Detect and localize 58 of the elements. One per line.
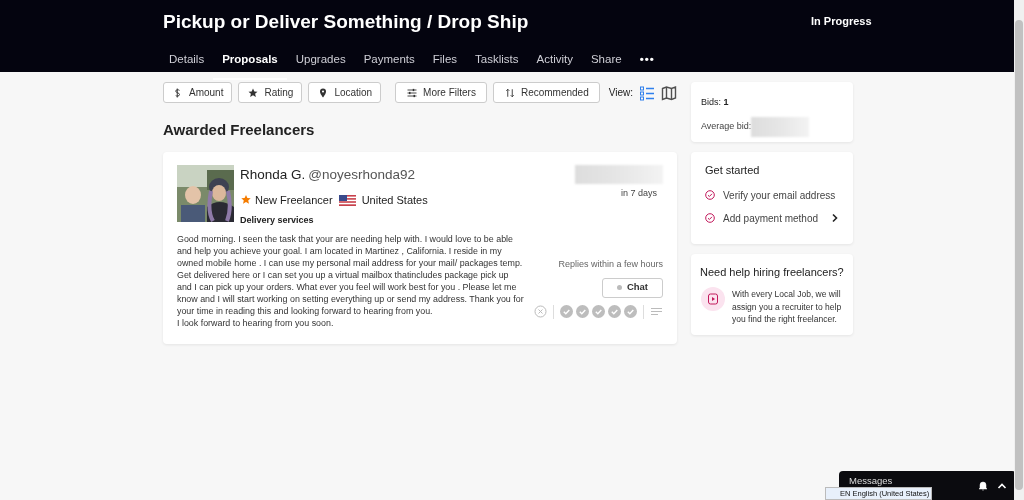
filter-button[interactable]: More Filters: [395, 82, 487, 103]
reply-time: Replies within a few hours: [558, 258, 663, 271]
nav-tab[interactable]: Share: [581, 44, 631, 81]
check-circle-icon: [560, 305, 573, 318]
filter-button[interactable]: Amount: [163, 82, 233, 103]
filter-button[interactable]: Rating: [238, 82, 303, 103]
messages-title: Messages: [849, 474, 893, 488]
list-view-icon[interactable]: [639, 84, 655, 101]
card-title: Get started: [705, 163, 761, 178]
more-tab[interactable]: •••: [630, 44, 664, 81]
close-circle-icon: [534, 305, 547, 318]
chevron-up-icon: [997, 481, 1007, 491]
task-link[interactable]: Add payment method: [723, 210, 823, 226]
flag-icon: [338, 194, 356, 206]
view-label: View:: [608, 86, 633, 100]
status-dot-icon: [616, 285, 622, 290]
nav-tab[interactable]: Details: [160, 44, 214, 81]
nav-tab[interactable]: Payments: [354, 44, 424, 81]
check-circle-icon: [624, 305, 637, 318]
star-icon: [240, 194, 252, 206]
check-circle-icon: [576, 305, 589, 318]
freelancer-name[interactable]: Rhonda G.: [240, 164, 306, 185]
nav-tab[interactable]: Proposals: [213, 44, 287, 81]
bell-icon: [978, 481, 988, 491]
sliders-icon: [406, 86, 419, 99]
help-text: With every Local Job, we will assign you a recruiter to help you find the right freelancer.: [732, 288, 843, 326]
project-status: In Progress: [811, 14, 872, 29]
chevron-icon: [831, 213, 839, 223]
nav-tab[interactable]: Files: [423, 44, 467, 81]
proposal-text: Good morning. I seen the task that your are needing help with. I would love to be able and help you achieve your goal. I am located in Martinez , California. I reside in my owned mobile home . I can use my personal mail address for your mail/ packages temp. Get delivered here or I can set you up a virtual mailbox thatincludes package pick up and I can pick up your orders. What ever you feel will work best for you . Please let me know and I will start working on setting everything up or send my address. Thank you for your time in reading this and looking forward to hearing from you.: [177, 232, 524, 318]
map-view-icon[interactable]: [661, 84, 677, 101]
sort-icon: [503, 86, 516, 99]
proposal-text: I look forward to hearing from you soon.: [177, 317, 335, 330]
project-title: Pickup or Deliver Something / Drop Ship: [163, 10, 529, 34]
freelancer-country: United States: [361, 192, 428, 208]
check-circle-icon: [592, 305, 605, 318]
delivery-time: in 7 days: [620, 186, 657, 200]
redacted-amount: [751, 116, 810, 137]
check-circle-icon: [705, 190, 715, 200]
average-bid-label: Average bid:: [701, 119, 752, 133]
check-circle-icon: [608, 305, 621, 318]
nav-tab[interactable]: Activity: [527, 44, 582, 81]
chat-button[interactable]: Chat: [601, 277, 663, 298]
filter-button[interactable]: Location: [308, 82, 382, 103]
bids-count: Bids: 1: [701, 96, 730, 109]
check-circle-icon: [705, 213, 715, 223]
scrollbar[interactable]: [1014, 0, 1024, 500]
lines-icon: [650, 305, 663, 318]
nav-tab[interactable]: Tasklists: [466, 44, 528, 81]
nav-tab[interactable]: Upgrades: [286, 44, 355, 81]
section-title: Awarded Freelancers: [163, 120, 316, 140]
freelancer-username: @noyesrhonda92: [308, 165, 416, 184]
filter-button[interactable]: Recommended: [492, 82, 600, 103]
card-title: Need help hiring freelancers?: [700, 264, 844, 280]
task-link[interactable]: Verify your email address: [723, 187, 839, 203]
freelancer-level-label: New Freelancer: [255, 192, 333, 208]
recruiter-icon: [700, 286, 726, 312]
skill-label: Delivery services: [240, 214, 315, 228]
